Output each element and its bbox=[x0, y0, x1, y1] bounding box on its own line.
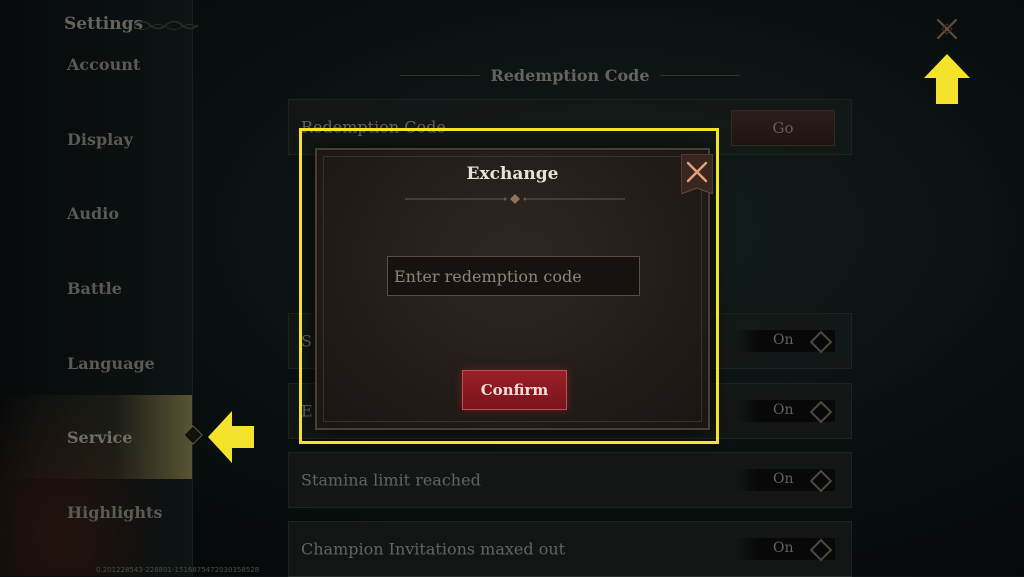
highlight-box bbox=[299, 128, 719, 444]
arrow-up-icon bbox=[924, 54, 970, 104]
arrow-left-icon bbox=[208, 411, 254, 463]
